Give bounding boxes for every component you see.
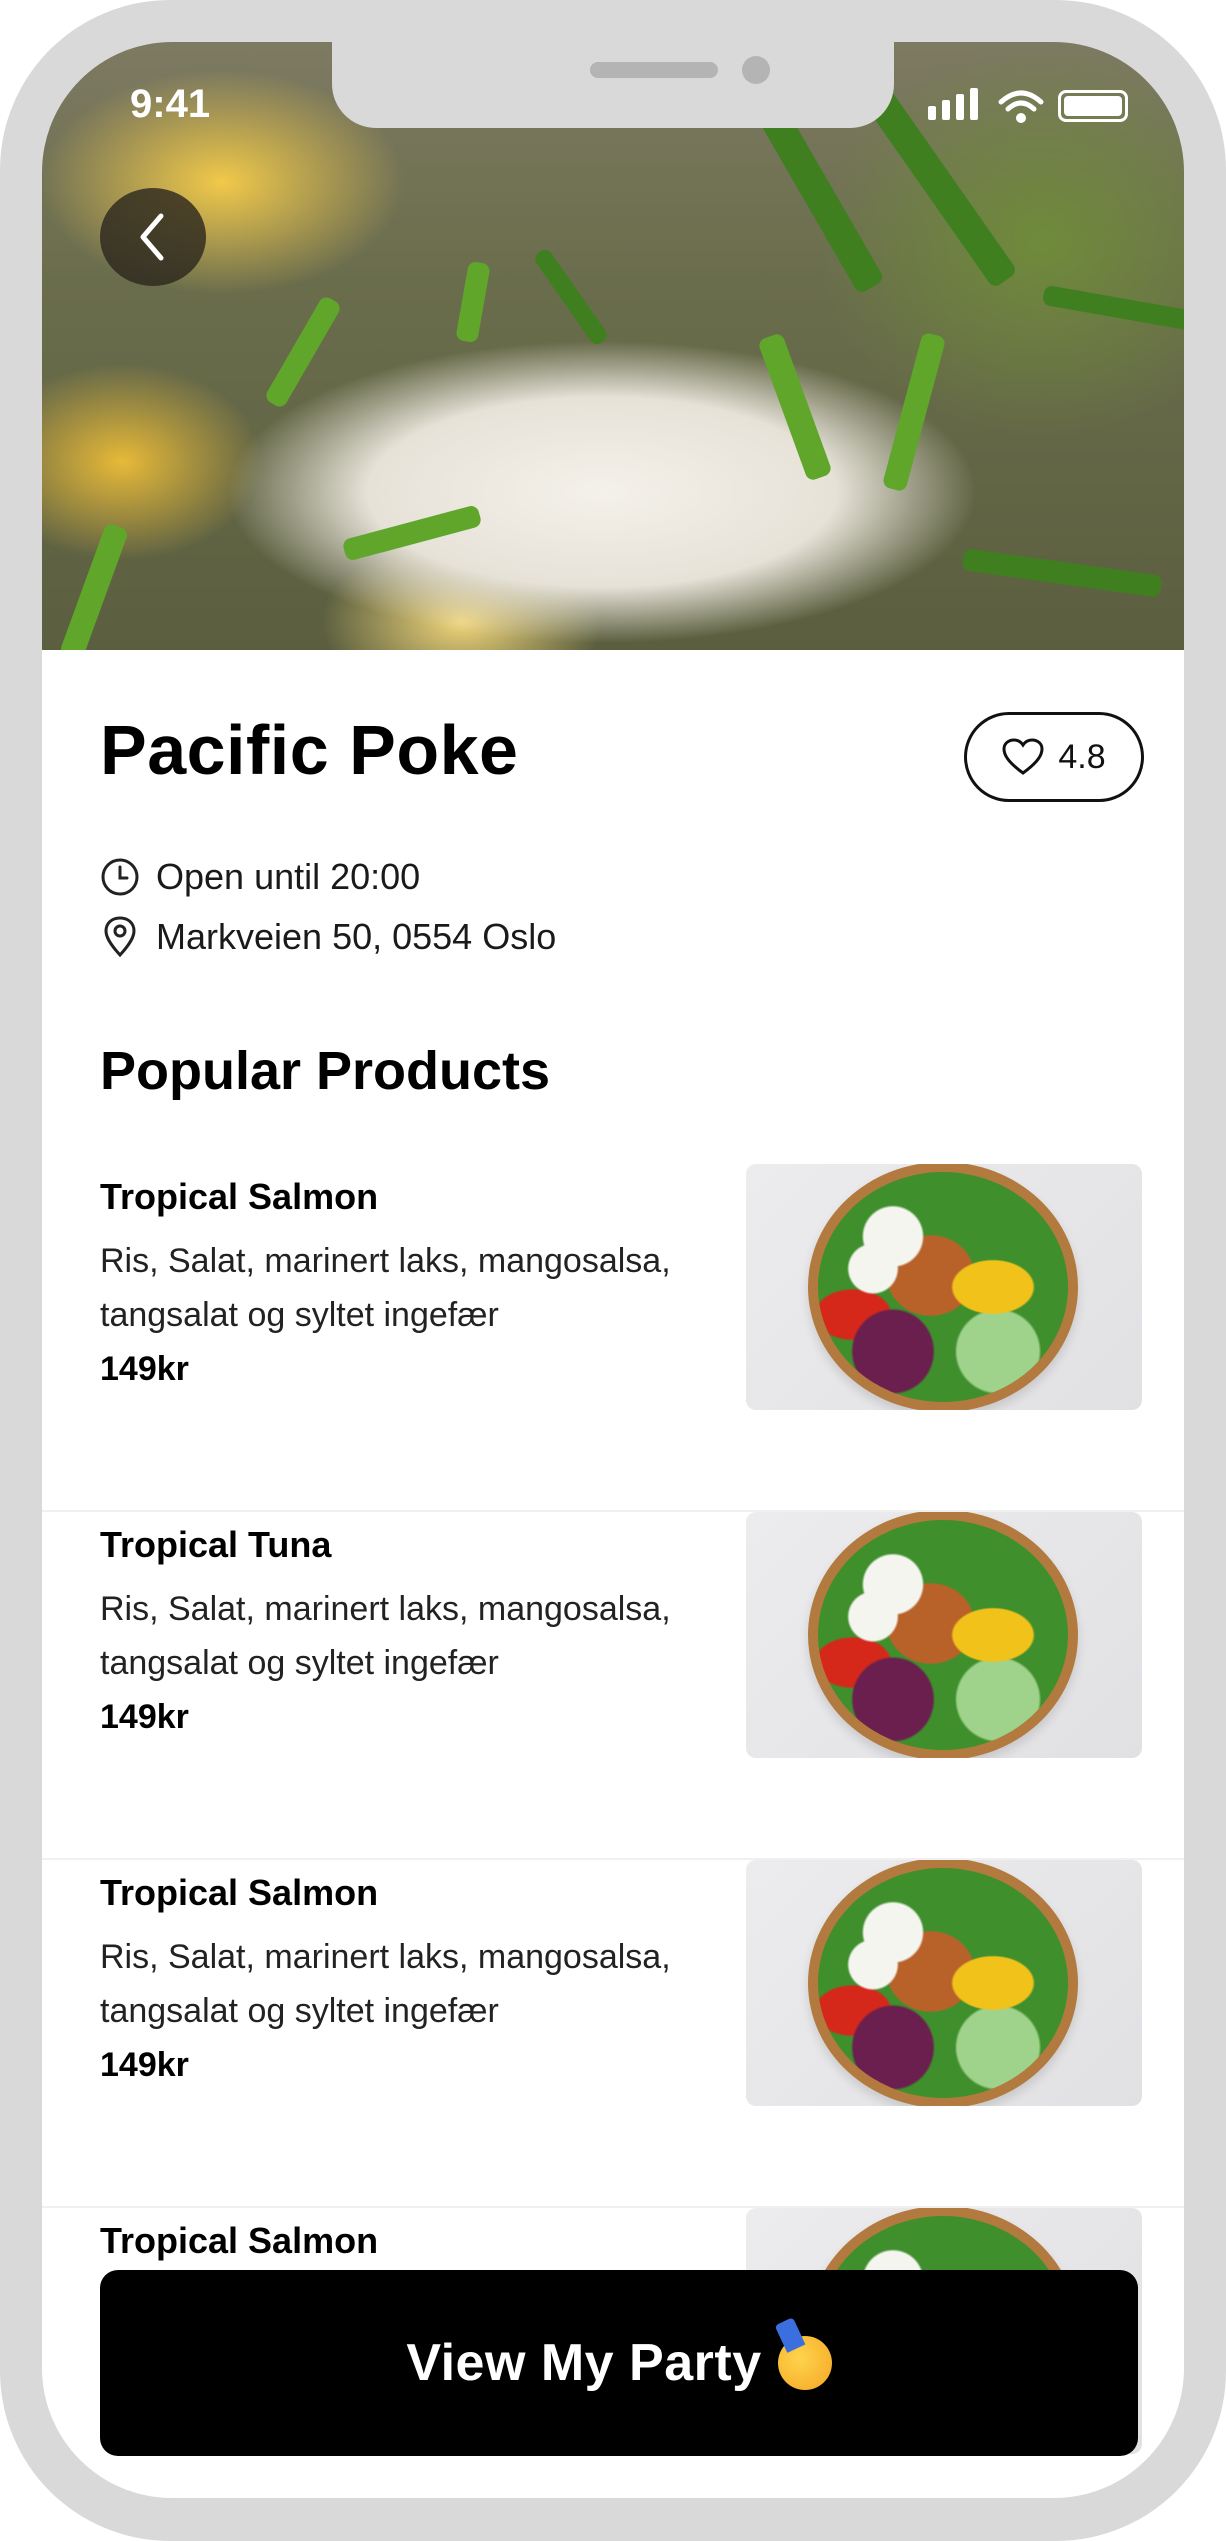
rating-favorite-button[interactable]: 4.8 [964,712,1144,802]
view-party-button[interactable]: View My Party [100,2270,1138,2456]
product-card[interactable]: Tropical Salmon Ris, Salat, marinert lak… [42,1860,1184,2208]
front-camera [742,56,770,84]
section-title: Popular Products [100,1041,551,1101]
status-bar: 9:41 [42,42,1184,152]
product-image [746,1860,1142,2106]
wifi-icon [998,90,1044,123]
product-price: 149kr [100,1350,189,1388]
product-price: 149kr [100,1698,189,1736]
rating-value: 4.8 [1058,737,1106,776]
chevron-left-icon [140,213,164,261]
product-name: Tropical Salmon [100,2220,379,2261]
product-card[interactable]: Tropical Tuna Ris, Salat, marinert laks,… [42,1512,1184,1860]
battery-icon [1058,90,1128,122]
product-name: Tropical Tuna [100,1524,332,1565]
hours-text: Open until 20:00 [156,856,421,897]
product-card[interactable]: Tropical Salmon Ris, Salat, marinert lak… [42,1164,1184,1512]
product-name: Tropical Salmon [100,1872,379,1913]
product-price: 149kr [100,2046,189,2084]
product-description: Ris, Salat, marinert laks, mangosalsa, t… [100,1938,671,2030]
restaurant-name: Pacific Poke [100,711,519,789]
back-button[interactable] [100,188,206,286]
app-screen: 9:41 Pacific Poke 4.8 Open until 20:00 M… [42,42,1184,2498]
notch [332,42,894,128]
product-image [746,1164,1142,1410]
address: Markveien 50, 0554 Oslo [100,916,556,958]
product-description: Ris, Salat, marinert laks, mangosalsa, t… [100,1242,671,1334]
speaker-grille [590,62,718,78]
address-text: Markveien 50, 0554 Oslo [156,916,557,957]
product-name: Tropical Salmon [100,1176,379,1217]
heart-icon [1002,738,1044,775]
device-frame: 9:41 Pacific Poke 4.8 Open until 20:00 M… [0,0,1226,2541]
partying-face-icon [777,2336,832,2390]
clock-icon [101,858,139,896]
view-party-label: View My Party [406,2334,762,2392]
status-time: 9:41 [130,82,211,126]
product-description: Ris, Salat, marinert laks, mangosalsa, t… [100,1590,671,1682]
location-pin-icon [104,916,136,958]
product-image [746,1512,1142,1758]
opening-hours: Open until 20:00 [100,856,420,898]
